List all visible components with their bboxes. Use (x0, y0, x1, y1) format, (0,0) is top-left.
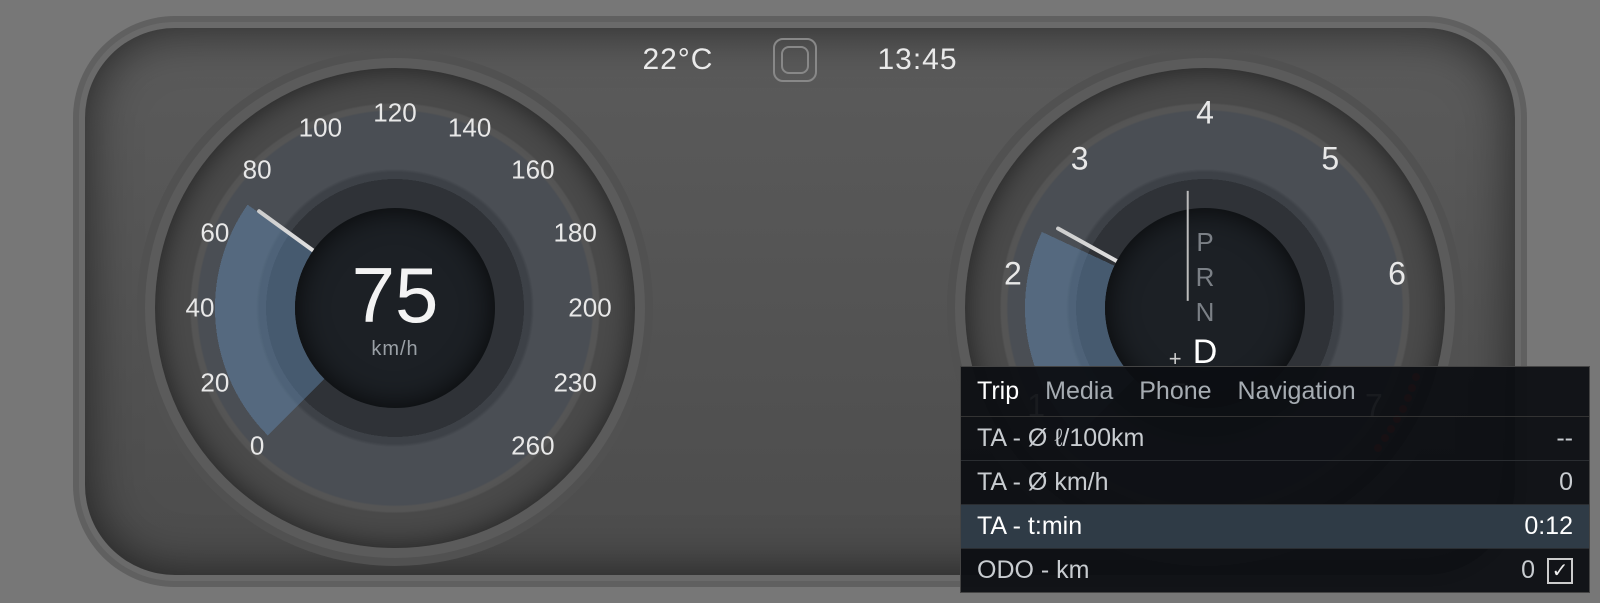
speed-tick: 180 (553, 218, 596, 249)
speedometer: 0 20 40 60 80 100 120 140 160 180 200 230 260 75 km/… (155, 68, 635, 548)
outside-temp: 22°C (642, 43, 713, 77)
rpm-tick: 4 (1196, 95, 1214, 132)
menu-row-label: TA - t:min (977, 512, 1082, 541)
gear-line-icon (1187, 190, 1189, 300)
brand-icon (773, 38, 817, 82)
menu-rows: TA - Ø ℓ/100km -- TA - Ø km/h 0 TA - t:min 0:… (961, 417, 1589, 592)
speed-tick: 40 (186, 293, 215, 324)
rpm-tick: 5 (1321, 140, 1339, 177)
speed-tick: 0 (250, 430, 264, 461)
speed-tick: 230 (553, 367, 596, 398)
menu-row[interactable]: TA - Ø ℓ/100km -- (961, 417, 1589, 461)
gear-p: P (1193, 225, 1218, 260)
menu-row-label: TA - Ø km/h (977, 468, 1109, 497)
tab-navigation[interactable]: Navigation (1238, 377, 1356, 406)
speed-tick: 160 (511, 155, 554, 186)
menu-row-value: 0 (1559, 468, 1573, 497)
tab-media[interactable]: Media (1045, 377, 1113, 406)
speed-tick: 80 (243, 155, 272, 186)
speed-tick: 200 (568, 293, 611, 324)
checkbox-icon[interactable]: ✓ (1547, 558, 1573, 584)
speed-tick: 20 (200, 367, 229, 398)
speed-tick: 260 (511, 430, 554, 461)
speed-value: 75 (352, 256, 439, 334)
speed-tick: 60 (200, 218, 229, 249)
trip-menu: Trip Media Phone Navigation TA - Ø ℓ/100… (960, 366, 1590, 593)
clock: 13:45 (877, 43, 957, 77)
menu-row[interactable]: TA - t:min 0:12 (961, 505, 1589, 549)
menu-row-value: 0:12 (1524, 512, 1573, 541)
rpm-tick: 3 (1071, 140, 1089, 177)
gear-n: N (1193, 295, 1218, 330)
menu-tabs: Trip Media Phone Navigation (961, 367, 1589, 417)
rpm-tick: 6 (1388, 256, 1406, 293)
gear-indicator: P R N D + − (1193, 225, 1218, 376)
speed-tick: 100 (299, 112, 342, 143)
menu-row-value: 0✓ (1521, 556, 1573, 585)
menu-row[interactable]: ODO - km 0✓ (961, 549, 1589, 592)
speed-tick: 140 (448, 112, 491, 143)
menu-row-value: -- (1556, 424, 1573, 453)
menu-row-label: TA - Ø ℓ/100km (977, 424, 1144, 453)
speed-tick: 120 (373, 98, 416, 129)
rpm-tick: 2 (1004, 256, 1022, 293)
menu-row-label: ODO - km (977, 556, 1090, 585)
speedometer-center: 75 km/h (295, 208, 495, 408)
tab-phone[interactable]: Phone (1139, 377, 1211, 406)
menu-row[interactable]: TA - Ø km/h 0 (961, 461, 1589, 505)
speed-unit: km/h (371, 338, 418, 361)
tab-trip[interactable]: Trip (977, 377, 1019, 406)
gear-r: R (1193, 260, 1218, 295)
